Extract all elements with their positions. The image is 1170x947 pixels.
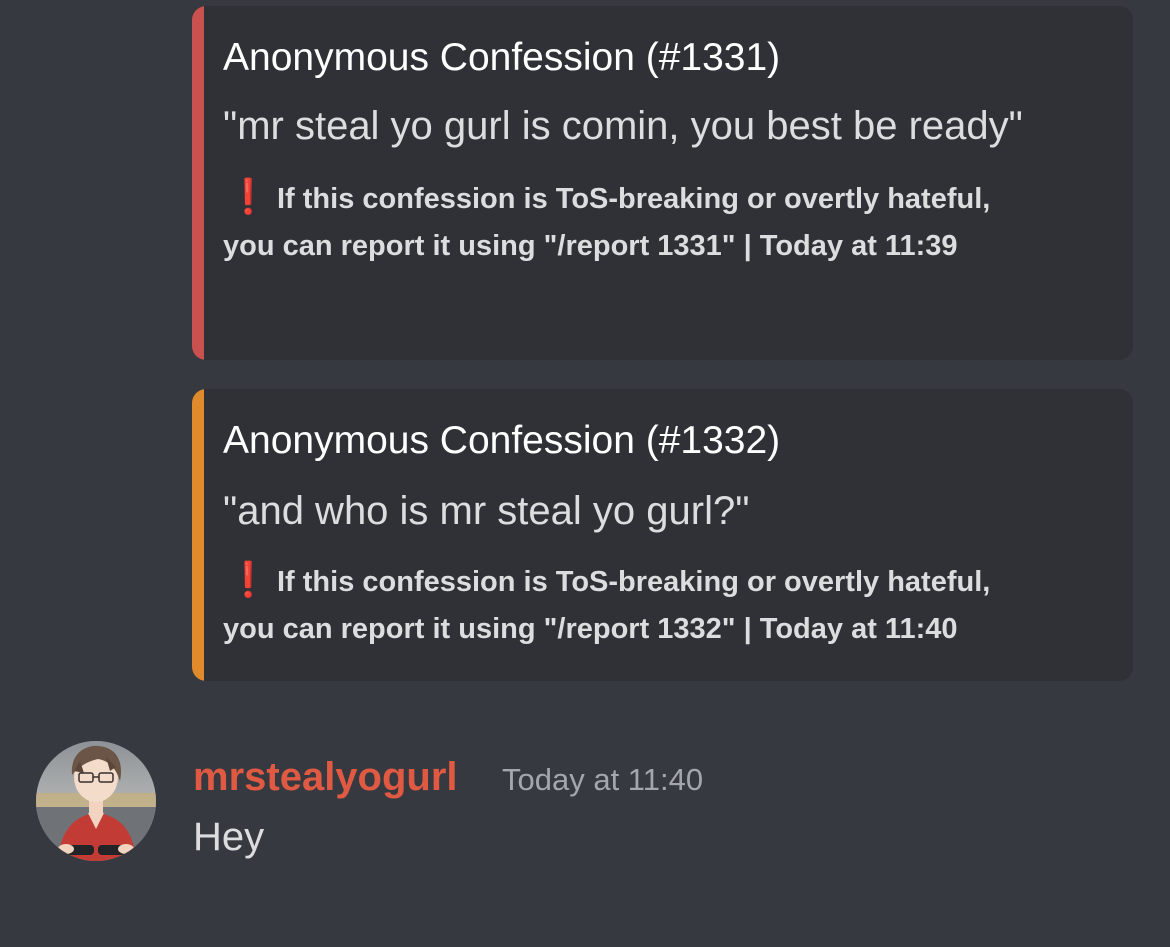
embed-title: Anonymous Confession (#1331) bbox=[223, 36, 781, 79]
embed-footer-line1: If this confession is ToS-breaking or ov… bbox=[277, 566, 991, 598]
user-avatar[interactable] bbox=[36, 741, 156, 861]
message-content: Hey bbox=[193, 815, 265, 859]
embed-footer-line2: you can report it using "/report 1332" |… bbox=[223, 613, 958, 645]
embed-title: Anonymous Confession (#1332) bbox=[223, 419, 781, 462]
embed-description: "mr steal yo gurl is comin, you best be … bbox=[223, 104, 1023, 148]
exclamation-icon: ❗ bbox=[227, 561, 270, 599]
embed-footer-line1: If this confession is ToS-breaking or ov… bbox=[277, 183, 991, 215]
embed-description: "and who is mr steal yo gurl?" bbox=[223, 489, 750, 533]
embed-accent-bar bbox=[192, 6, 204, 360]
embed-footer-line2: you can report it using "/report 1331" |… bbox=[223, 230, 958, 262]
exclamation-icon: ❗ bbox=[227, 178, 270, 216]
chat-message: mrstealyogurl Today at 11:40 Hey bbox=[0, 740, 1170, 870]
confession-embed: Anonymous Confession (#1331) "mr steal y… bbox=[192, 6, 1133, 360]
confession-embed: Anonymous Confession (#1332) "and who is… bbox=[192, 389, 1133, 681]
embed-footer: ❗ If this confession is ToS-breaking or o… bbox=[223, 557, 1097, 653]
embed-footer: ❗ If this confession is ToS-breaking or o… bbox=[223, 174, 1097, 270]
message-timestamp: Today at 11:40 bbox=[502, 762, 704, 797]
embed-accent-bar bbox=[192, 389, 204, 681]
avatar-image bbox=[36, 741, 156, 861]
username[interactable]: mrstealyogurl bbox=[193, 752, 458, 802]
